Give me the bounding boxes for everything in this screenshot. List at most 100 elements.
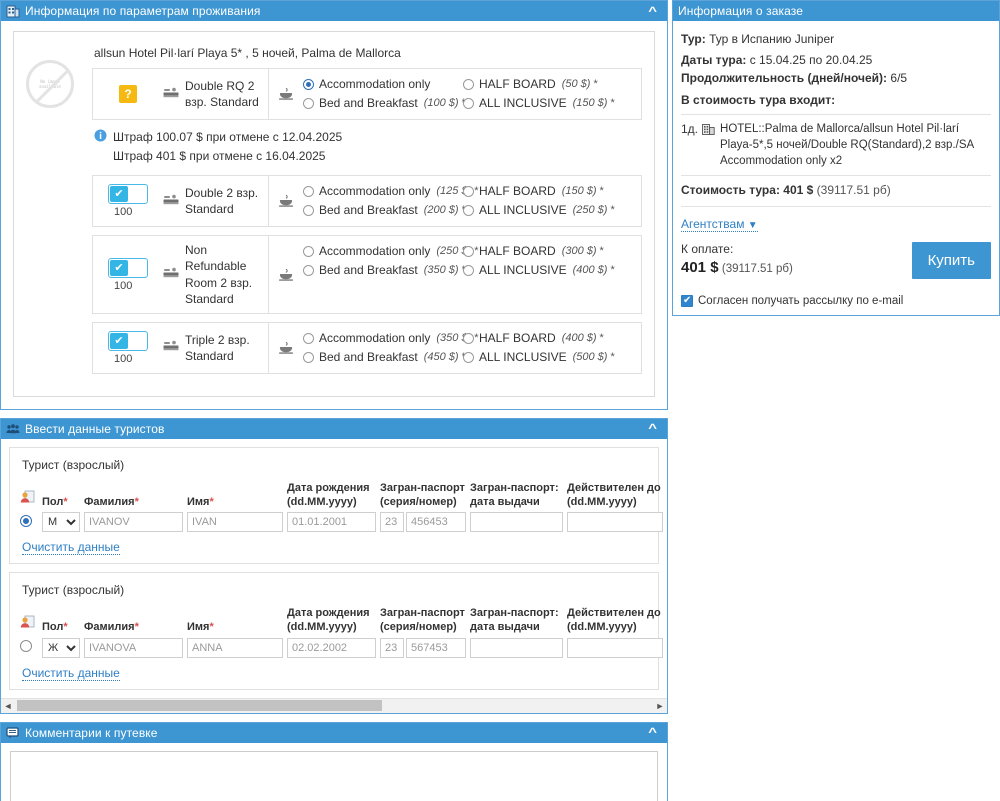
- valid-until-input[interactable]: [567, 637, 663, 658]
- scrollbar-track[interactable]: [15, 699, 653, 713]
- meal-option-radio[interactable]: [463, 98, 474, 109]
- meal-option-radio[interactable]: [303, 246, 314, 258]
- lead-tourist-cell[interactable]: [20, 640, 42, 655]
- meal-option[interactable]: Accommodation only (250 $) *: [303, 242, 479, 261]
- chevron-down-icon[interactable]: ▼: [748, 220, 758, 231]
- meal-option[interactable]: HALF BOARD (300 $) *: [463, 242, 633, 261]
- required-star: *: [610, 350, 615, 363]
- sex-select[interactable]: М: [42, 512, 80, 533]
- sex-cell[interactable]: Ж: [42, 637, 84, 658]
- name-cell[interactable]: [187, 512, 287, 533]
- valid-until-input[interactable]: [567, 512, 663, 533]
- meal-option[interactable]: Bed and Breakfast(350 $)*: [303, 261, 466, 280]
- booking-page: Информация по параметрам проживания ^ No…: [0, 0, 1000, 801]
- agency-link[interactable]: Агентствам ▼: [681, 217, 758, 233]
- meal-option[interactable]: Bed and Breakfast(100 $)*: [303, 94, 466, 113]
- room-select-checkbox[interactable]: ✔: [108, 330, 148, 351]
- meal-option-radio[interactable]: [463, 79, 474, 90]
- meal-option[interactable]: HALF BOARD (150 $) *: [463, 182, 633, 201]
- issue-date-input[interactable]: [470, 512, 563, 533]
- chevron-up-icon[interactable]: ^: [648, 423, 661, 435]
- room-selector[interactable]: ✔ 100: [93, 323, 163, 373]
- dob-cell[interactable]: [287, 512, 380, 533]
- meal-option-radio[interactable]: [303, 332, 314, 344]
- issue-date-cell[interactable]: [470, 637, 567, 658]
- sex-select[interactable]: Ж: [42, 637, 80, 658]
- meal-option-radio[interactable]: [303, 351, 314, 363]
- meal-option-radio[interactable]: [303, 205, 314, 217]
- lead-tourist-radio[interactable]: [20, 640, 32, 653]
- meal-option-radio[interactable]: [463, 332, 474, 344]
- meal-option[interactable]: ALL INCLUSIVE (150 $) *: [463, 94, 633, 113]
- meal-option[interactable]: HALF BOARD (400 $) *: [463, 329, 633, 348]
- tourist-block: Турист (взрослый) Пол* Фамилия* Имя* Дата ро…: [9, 572, 663, 690]
- surname-input[interactable]: [84, 637, 183, 658]
- meal-option-radio[interactable]: [463, 205, 474, 217]
- meal-option-radio[interactable]: [303, 186, 314, 198]
- meal-option[interactable]: ALL INCLUSIVE (500 $) *: [463, 348, 633, 367]
- lead-tourist-radio[interactable]: [20, 514, 32, 527]
- room-selector[interactable]: ✔ 100: [93, 236, 163, 313]
- meal-option[interactable]: Accommodation only: [303, 75, 463, 94]
- clear-data-link[interactable]: Очистить данные: [22, 666, 120, 681]
- meal-option-radio[interactable]: [303, 79, 314, 90]
- meal-option[interactable]: ALL INCLUSIVE (400 $) *: [463, 261, 633, 280]
- name-input[interactable]: [187, 512, 283, 533]
- dob-cell[interactable]: [287, 637, 380, 658]
- comments-panel-header[interactable]: Комментарии к путевке ^: [1, 722, 667, 743]
- room-selector[interactable]: ✔ 100: [93, 176, 163, 226]
- meal-option[interactable]: Bed and Breakfast(450 $)*: [303, 348, 466, 367]
- tourists-horizontal-scrollbar[interactable]: ◄ ►: [1, 697, 667, 713]
- meal-option[interactable]: Accommodation only (125 $) *: [303, 182, 479, 201]
- newsletter-agreement[interactable]: Согласен получать рассылку по e-mail: [681, 295, 991, 308]
- passport-series-input[interactable]: [380, 512, 404, 533]
- dob-input[interactable]: [287, 637, 376, 658]
- clear-data-link[interactable]: Очистить данные: [22, 540, 120, 556]
- comments-textarea[interactable]: [10, 750, 658, 801]
- scroll-right-arrow-icon[interactable]: ►: [653, 701, 667, 711]
- room-selector[interactable]: ?: [93, 69, 163, 119]
- issue-date-input[interactable]: [470, 637, 563, 658]
- lead-tourist-cell[interactable]: [20, 514, 42, 530]
- sex-cell[interactable]: М: [42, 512, 84, 533]
- issue-date-cell[interactable]: [470, 512, 567, 533]
- surname-input[interactable]: [84, 512, 183, 533]
- accommodation-panel: Информация по параметрам проживания ^ No…: [0, 0, 668, 410]
- passport-cell[interactable]: [380, 637, 470, 658]
- chevron-up-icon[interactable]: ^: [648, 5, 661, 17]
- meal-option-radio[interactable]: [303, 98, 314, 109]
- name-input[interactable]: [187, 637, 283, 658]
- chevron-up-icon[interactable]: ^: [648, 727, 661, 739]
- passport-cell[interactable]: [380, 512, 470, 533]
- buy-button[interactable]: Купить: [911, 242, 991, 280]
- required-star: *: [599, 245, 604, 258]
- meal-option[interactable]: Bed and Breakfast(200 $)*: [303, 201, 466, 220]
- name-cell[interactable]: [187, 637, 287, 658]
- passport-number-input[interactable]: [406, 637, 466, 658]
- meal-option-radio[interactable]: [463, 186, 474, 198]
- dob-input[interactable]: [287, 512, 376, 533]
- meal-option-radio[interactable]: [463, 246, 474, 258]
- tourists-panel-header[interactable]: Ввести данные туристов ^: [1, 418, 667, 439]
- scroll-left-arrow-icon[interactable]: ◄: [1, 701, 15, 711]
- newsletter-checkbox[interactable]: [681, 295, 693, 308]
- room-select-checkbox[interactable]: ✔: [108, 257, 148, 278]
- valid-until-cell[interactable]: [567, 512, 667, 533]
- surname-cell[interactable]: [84, 637, 187, 658]
- room-select-checkbox[interactable]: ✔: [108, 184, 148, 205]
- scrollbar-thumb[interactable]: [17, 700, 382, 712]
- meal-option[interactable]: Accommodation only (350 $) *: [303, 329, 479, 348]
- newsletter-label[interactable]: Согласен получать рассылку по e-mail: [698, 295, 903, 307]
- surname-cell[interactable]: [84, 512, 187, 533]
- cancellation-penalty: Штраф 100.07 $ при отмене с 12.04.2025 Шт…: [94, 128, 642, 165]
- meal-option-radio[interactable]: [303, 265, 314, 277]
- accommodation-panel-header[interactable]: Информация по параметрам проживания ^: [1, 1, 667, 21]
- passport-series-input[interactable]: [380, 637, 404, 658]
- meal-option-radio[interactable]: [463, 351, 474, 363]
- meal-option-radio[interactable]: [463, 265, 474, 277]
- passport-number-input[interactable]: [406, 512, 466, 533]
- unknown-availability-badge[interactable]: ?: [119, 85, 137, 103]
- meal-option[interactable]: ALL INCLUSIVE (250 $) *: [463, 201, 633, 220]
- meal-option[interactable]: HALF BOARD (50 $) *: [463, 75, 633, 94]
- valid-until-cell[interactable]: [567, 637, 667, 658]
